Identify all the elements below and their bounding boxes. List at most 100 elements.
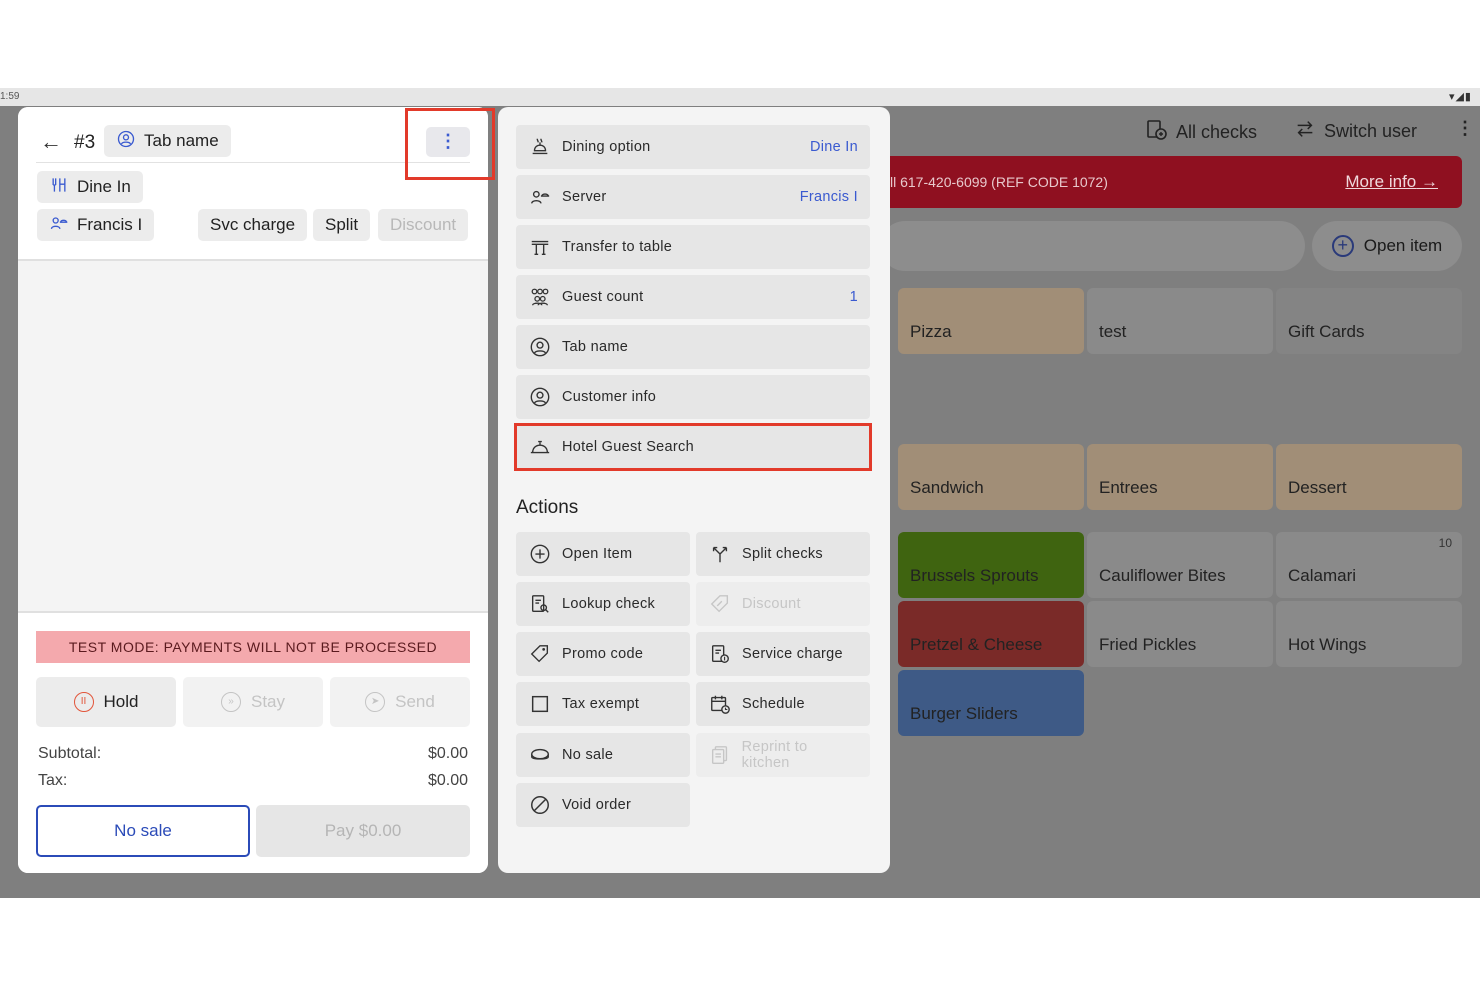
dining-option-row[interactable]: Dining option Dine In	[516, 125, 870, 169]
pay-button[interactable]: Pay $0.00	[256, 805, 470, 857]
person-circle-icon	[528, 335, 552, 359]
alert-banner: ll 617-420-6099 (REF CODE 1072) More inf…	[880, 156, 1462, 208]
item-tile[interactable]: Burger Sliders	[898, 670, 1084, 736]
tax-exempt-action[interactable]: Tax exempt	[516, 682, 690, 726]
tab-name-row[interactable]: Tab name	[516, 325, 870, 369]
item-tile[interactable]: 10 Calamari	[1276, 532, 1462, 598]
utensils-icon	[49, 175, 69, 200]
hold-button[interactable]: II Hold	[36, 677, 176, 727]
checkbox-icon	[528, 692, 552, 716]
item-tile[interactable]: Hot Wings	[1276, 601, 1462, 667]
no-sale-action[interactable]: No sale	[516, 733, 690, 777]
switch-user-label: Switch user	[1324, 121, 1418, 141]
overflow-menu-icon[interactable]: ⋮	[1456, 118, 1474, 139]
service-charge-action[interactable]: Service charge	[696, 632, 870, 676]
table-icon	[528, 235, 552, 259]
send-icon: ➤	[365, 692, 386, 712]
reprint-icon	[708, 743, 732, 767]
check-header: ← #3 Tab name ⋮ Dine In Francis I Svc ch…	[18, 107, 488, 261]
tab-name-label: Tab name	[144, 131, 219, 150]
category-tile[interactable]: Pizza	[898, 288, 1084, 354]
switch-icon	[1294, 118, 1316, 145]
tab-name-chip[interactable]: Tab name	[104, 125, 231, 157]
service-charge-icon	[708, 642, 732, 666]
server-row[interactable]: Server Francis I	[516, 175, 870, 219]
tax-row: Tax: $0.00	[38, 772, 468, 789]
item-tile[interactable]: Pretzel & Cheese	[898, 601, 1084, 667]
customer-info-row[interactable]: Customer info	[516, 375, 870, 419]
back-arrow-icon[interactable]: ←	[40, 129, 62, 155]
test-mode-banner: TEST MODE: PAYMENTS WILL NOT BE PROCESSE…	[36, 631, 470, 663]
check-panel: ← #3 Tab name ⋮ Dine In Francis I Svc ch…	[18, 107, 488, 873]
item-tile[interactable]: Cauliflower Bites	[1087, 532, 1273, 598]
void-order-action[interactable]: Void order	[516, 783, 690, 827]
no-sale-button[interactable]: No sale	[36, 805, 250, 857]
void-icon	[528, 793, 552, 817]
checks-icon	[1144, 118, 1168, 147]
server-label: Francis I	[77, 215, 143, 234]
schedule-action[interactable]: Schedule	[696, 682, 870, 726]
category-tile[interactable]: Sandwich	[898, 444, 1084, 510]
dining-label: Dine In	[77, 177, 131, 196]
subtotal-row: Subtotal: $0.00	[38, 745, 468, 762]
split-icon	[708, 542, 732, 566]
check-number: #3	[74, 132, 96, 153]
category-tile[interactable]: Dessert	[1276, 444, 1462, 510]
status-bar: 1:59 ▾◢▮	[0, 88, 1480, 106]
dining-icon	[528, 135, 552, 159]
promo-code-action[interactable]: Promo code	[516, 632, 690, 676]
server-icon	[528, 185, 552, 209]
send-button[interactable]: ➤ Send	[330, 677, 470, 727]
check-footer: TEST MODE: PAYMENTS WILL NOT BE PROCESSE…	[18, 611, 488, 873]
transfer-to-table-row[interactable]: Transfer to table	[516, 225, 870, 269]
svc-charge-button[interactable]: Svc charge	[198, 209, 308, 241]
signal-battery-icon: ▾◢▮	[1448, 91, 1472, 103]
guests-icon	[528, 285, 552, 309]
status-time: 1:59	[0, 91, 20, 102]
category-tile[interactable]: Entrees	[1087, 444, 1273, 510]
reprint-to-kitchen-action[interactable]: Reprint to kitchen	[696, 733, 870, 777]
item-tile[interactable]: Fried Pickles	[1087, 601, 1273, 667]
divider	[36, 162, 470, 163]
calendar-clock-icon	[708, 692, 732, 716]
tablet-screen: 1:59 ▾◢▮ All checks Switch user ⋮ ll 617…	[0, 88, 1480, 898]
dining-chip[interactable]: Dine In	[37, 171, 143, 203]
search-bar[interactable]	[880, 221, 1305, 271]
discount-button[interactable]: Discount	[378, 209, 469, 241]
split-button[interactable]: Split	[313, 209, 371, 241]
tag-icon	[528, 642, 552, 666]
lookup-check-action[interactable]: Lookup check	[516, 582, 690, 626]
stay-button[interactable]: » Stay	[183, 677, 323, 727]
person-circle-icon	[116, 129, 136, 154]
plus-circle-icon	[528, 542, 552, 566]
item-tile[interactable]: Brussels Sprouts	[898, 532, 1084, 598]
pause-icon: II	[73, 692, 94, 712]
all-checks-button[interactable]: All checks	[1144, 118, 1257, 147]
tax-value: $0.00	[427, 772, 468, 789]
hotel-guest-search-row[interactable]: Hotel Guest Search	[516, 425, 870, 469]
category-tile[interactable]: Gift Cards	[1276, 288, 1462, 354]
actions-heading: Actions	[516, 497, 579, 518]
server-chip[interactable]: Francis I	[37, 209, 155, 241]
switch-user-button[interactable]: Switch user	[1294, 118, 1417, 145]
open-item-button[interactable]: + Open item	[1312, 221, 1462, 271]
lookup-icon	[528, 592, 552, 616]
service-bell-icon	[528, 435, 552, 459]
person-circle-icon	[528, 385, 552, 409]
guest-count-row[interactable]: Guest count 1	[516, 275, 870, 319]
category-tile[interactable]: test	[1087, 288, 1273, 354]
split-checks-action[interactable]: Split checks	[696, 532, 870, 576]
item-count: 10	[1438, 536, 1452, 550]
banner-text: ll 617-420-6099 (REF CODE 1072)	[890, 174, 1108, 190]
drawer-icon	[528, 743, 552, 767]
discount-tag-icon	[708, 592, 732, 616]
discount-action[interactable]: Discount	[696, 582, 870, 626]
more-options-button[interactable]: ⋮	[426, 127, 470, 157]
subtotal-value: $0.00	[427, 745, 468, 762]
check-options-menu: Dining option Dine In Server Francis I Tra…	[498, 107, 890, 873]
open-item-action[interactable]: Open Item	[516, 532, 690, 576]
more-info-link[interactable]: More info →	[1345, 172, 1438, 192]
open-item-label: Open item	[1363, 236, 1443, 255]
plus-icon: +	[1331, 235, 1354, 257]
server-icon	[49, 213, 69, 238]
